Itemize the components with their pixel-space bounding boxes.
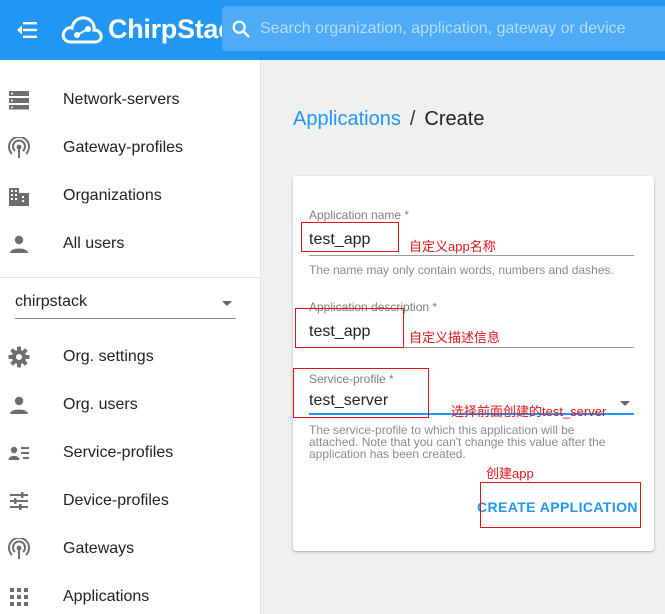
sidebar-item-device-profiles[interactable]: Device-profiles xyxy=(0,478,260,524)
sidebar-item-label: Service-profiles xyxy=(63,444,174,461)
top-app-bar: ChirpStack xyxy=(0,0,665,60)
organization-select[interactable]: chirpstack xyxy=(15,289,236,319)
person-list-icon xyxy=(8,442,30,464)
arrow-left-menu-icon xyxy=(17,22,37,38)
page-title: Create xyxy=(424,108,485,130)
breadcrumb-separator: / xyxy=(409,108,416,130)
collapse-menu-button[interactable] xyxy=(10,13,44,47)
sidebar-item-label: Gateway-profiles xyxy=(63,139,184,156)
sidebar-item-label: Applications xyxy=(63,588,150,605)
sidebar-divider xyxy=(0,277,260,278)
person-icon xyxy=(8,394,30,416)
service-profile-help-line-3: application has been created. xyxy=(309,447,466,461)
annotation-note-description: 自定义描述信息 xyxy=(409,330,501,345)
sidebar: Network-servers Gateway-profiles Organiz xyxy=(0,60,261,614)
gear-icon xyxy=(8,346,30,368)
sidebar-item-organizations[interactable]: Organizations xyxy=(0,173,260,219)
annotation-note-create: 创建app xyxy=(486,466,534,481)
sidebar-item-label: All users xyxy=(63,235,125,252)
breadcrumb-applications-link[interactable]: Applications xyxy=(293,108,401,131)
search-icon xyxy=(232,20,250,38)
sidebar-item-org-settings[interactable]: Org. settings xyxy=(0,334,260,380)
search-bar[interactable] xyxy=(222,6,665,51)
server-icon xyxy=(8,89,30,111)
sidebar-item-label: Org. users xyxy=(63,396,138,413)
annotation-box-name xyxy=(301,222,399,252)
sidebar-item-gateways[interactable]: Gateways xyxy=(0,526,260,572)
tune-icon xyxy=(8,490,30,512)
sidebar-item-label: Device-profiles xyxy=(63,492,169,509)
sidebar-item-label: Org. settings xyxy=(63,348,154,365)
sidebar-item-service-profiles[interactable]: Service-profiles xyxy=(0,430,260,476)
annotation-box-service-profile xyxy=(293,368,429,418)
application-name-label: Application name * xyxy=(309,208,410,222)
building-icon xyxy=(8,185,30,207)
sidebar-item-label: Gateways xyxy=(63,540,135,557)
sidebar-item-org-users[interactable]: Org. users xyxy=(0,382,260,428)
sidebar-item-label: Network-servers xyxy=(63,91,180,108)
application-name-help: The name may only contain words, numbers… xyxy=(309,263,614,277)
breadcrumb: Applications / Create xyxy=(293,108,484,131)
person-icon xyxy=(8,233,30,255)
application-name-underline xyxy=(309,255,634,256)
annotation-box-description xyxy=(295,308,404,348)
annotation-note-name: 自定义app名称 xyxy=(409,239,496,254)
chevron-down-icon xyxy=(222,301,232,306)
sidebar-item-label: Organizations xyxy=(63,187,162,204)
search-input[interactable] xyxy=(260,19,660,38)
organization-select-value: chirpstack xyxy=(15,293,88,310)
sidebar-item-network-servers[interactable]: Network-servers xyxy=(0,77,260,123)
cloud-logo-icon xyxy=(61,16,103,44)
annotation-box-create xyxy=(480,482,641,528)
sidebar-item-applications[interactable]: Applications xyxy=(0,574,260,614)
sidebar-item-gateway-profiles[interactable]: Gateway-profiles xyxy=(0,125,260,171)
apps-grid-icon xyxy=(8,586,30,608)
annotation-note-service-profile: 选择前面创建的test_server xyxy=(451,404,607,419)
gateway-signal-icon xyxy=(8,538,30,560)
sidebar-item-all-users[interactable]: All users xyxy=(0,221,260,267)
gateway-signal-icon xyxy=(8,137,30,159)
chirpstack-logo[interactable]: ChirpStack xyxy=(60,8,248,50)
chevron-down-icon[interactable] xyxy=(620,401,630,406)
